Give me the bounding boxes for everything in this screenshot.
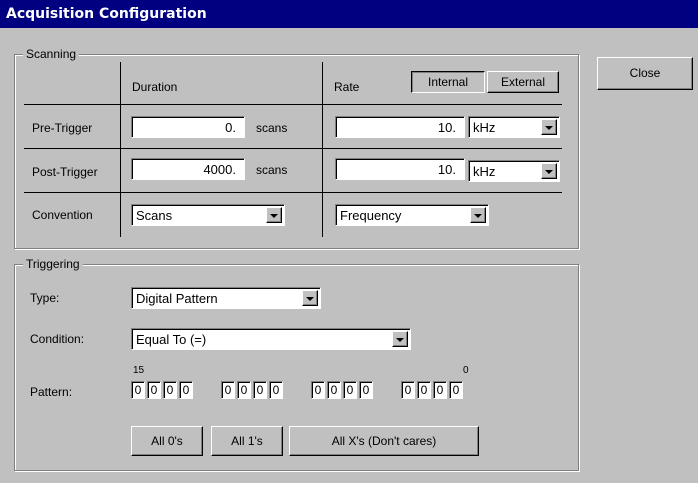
convention-rate-select[interactable]: Frequency <box>335 204 489 226</box>
pattern-bit[interactable]: 0 <box>327 381 341 399</box>
internal-clock-button[interactable]: Internal <box>411 71 485 93</box>
post-trigger-rate-unit-value: kHz <box>473 164 496 179</box>
pattern-bit[interactable]: 0 <box>221 381 235 399</box>
row-label-convention: Convention <box>32 208 93 222</box>
pattern-bit[interactable]: 0 <box>311 381 325 399</box>
pre-trigger-duration-field[interactable]: 0. <box>131 116 245 138</box>
post-trigger-rate-unit-select[interactable]: kHz <box>468 160 560 182</box>
grid-line <box>24 104 562 105</box>
pre-trigger-duration-unit: scans <box>256 121 288 135</box>
grid-line <box>120 62 121 237</box>
pre-trigger-rate-unit-select[interactable]: kHz <box>468 116 560 138</box>
pre-trigger-rate-field[interactable]: 10. <box>335 116 465 138</box>
chevron-down-icon[interactable] <box>470 207 486 223</box>
scanning-legend: Scanning <box>23 46 80 62</box>
trigger-condition-value: Equal To (=) <box>136 332 207 347</box>
chevron-down-icon[interactable] <box>541 163 557 179</box>
bit-index-high: 15 <box>133 365 145 376</box>
pattern-bit[interactable]: 0 <box>131 381 145 399</box>
pattern-bit[interactable]: 0 <box>433 381 447 399</box>
convention-duration-select[interactable]: Scans <box>131 204 285 226</box>
bit-index-low: 0 <box>463 365 469 376</box>
pattern-bit[interactable]: 0 <box>253 381 267 399</box>
pattern-bit[interactable]: 0 <box>417 381 431 399</box>
chevron-down-icon[interactable] <box>266 207 282 223</box>
grid-line <box>24 192 562 193</box>
convention-duration-value: Scans <box>136 208 173 223</box>
pattern-bit[interactable]: 0 <box>343 381 357 399</box>
pre-trigger-rate-unit-value: kHz <box>473 120 496 135</box>
all-ones-button[interactable]: All 1's <box>211 426 283 456</box>
post-trigger-duration-unit: scans <box>256 163 288 177</box>
column-header-duration: Duration <box>132 80 178 94</box>
row-label-pre-trigger: Pre-Trigger <box>32 121 93 135</box>
close-button[interactable]: Close <box>597 57 693 90</box>
pattern-bit[interactable]: 0 <box>237 381 251 399</box>
pattern-bit[interactable]: 0 <box>179 381 193 399</box>
chevron-down-icon[interactable] <box>392 331 408 347</box>
all-zeros-button[interactable]: All 0's <box>131 426 203 456</box>
chevron-down-icon[interactable] <box>302 290 318 306</box>
grid-line <box>24 148 562 149</box>
pattern-bit[interactable]: 0 <box>163 381 177 399</box>
condition-label: Condition: <box>30 332 85 346</box>
pattern-bit[interactable]: 0 <box>269 381 283 399</box>
window-title: Acquisition Configuration <box>0 0 698 28</box>
convention-rate-value: Frequency <box>340 208 402 223</box>
pattern-bit[interactable]: 0 <box>449 381 463 399</box>
pattern-bit[interactable]: 0 <box>401 381 415 399</box>
pattern-bit[interactable]: 0 <box>147 381 161 399</box>
trigger-condition-select[interactable]: Equal To (=) <box>131 328 411 350</box>
grid-line <box>322 62 323 237</box>
pattern-bit[interactable]: 0 <box>359 381 373 399</box>
triggering-legend: Triggering <box>23 256 83 272</box>
trigger-type-value: Digital Pattern <box>136 291 218 306</box>
chevron-down-icon[interactable] <box>541 119 557 135</box>
post-trigger-rate-field[interactable]: 10. <box>335 158 465 180</box>
external-clock-button[interactable]: External <box>487 71 559 93</box>
trigger-type-select[interactable]: Digital Pattern <box>131 287 321 309</box>
pattern-label: Pattern: <box>30 385 73 399</box>
column-header-rate: Rate <box>334 80 360 94</box>
all-dont-cares-button[interactable]: All X's (Don't cares) <box>289 426 479 456</box>
type-label: Type: <box>30 291 60 305</box>
row-label-post-trigger: Post-Trigger <box>32 165 98 179</box>
post-trigger-duration-field[interactable]: 4000. <box>131 158 245 180</box>
